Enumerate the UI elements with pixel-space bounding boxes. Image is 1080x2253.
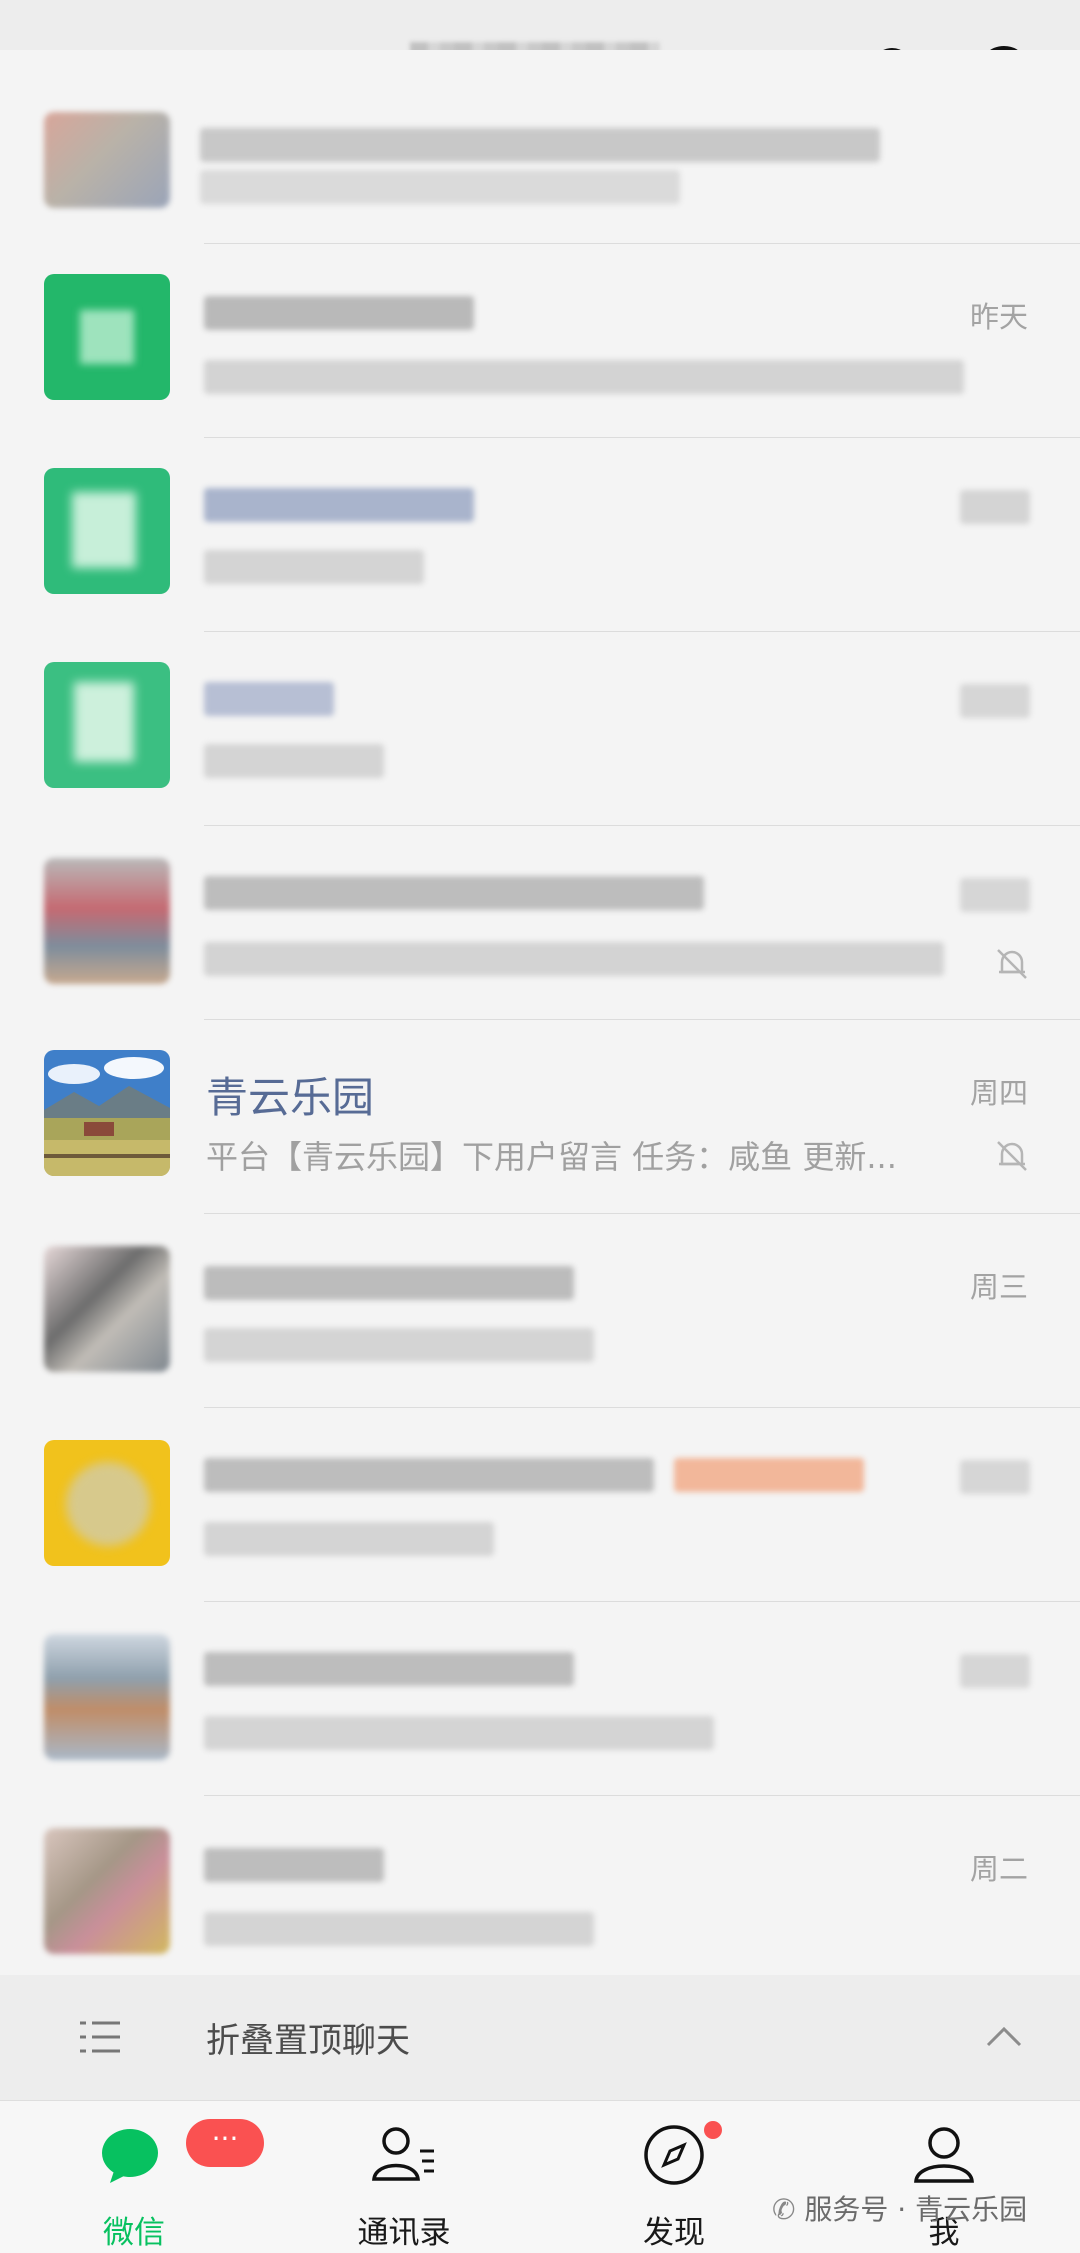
chat-name-blurred [204, 296, 474, 330]
chat-row[interactable] [0, 50, 1080, 244]
new-indicator-dot [704, 2121, 722, 2139]
chat-bubble-icon [102, 2129, 158, 2183]
tab-discover[interactable]: 发现 [574, 2101, 774, 2253]
chat-time-blurred [960, 878, 1030, 912]
contacts-icon [372, 2127, 434, 2181]
chat-row[interactable] [0, 632, 1080, 826]
chat-row[interactable]: 周三 [0, 1214, 1080, 1408]
person-icon [914, 2127, 974, 2183]
chevron-up-icon [986, 2026, 1022, 2047]
chat-name-blurred [204, 488, 474, 522]
chat-preview: 平台【青云乐园】下用户留言 任务：咸鱼 更新... [206, 1138, 897, 1176]
chat-preview-blurred [204, 1522, 494, 1556]
avatar [44, 1440, 170, 1566]
tab-chats[interactable]: ··· 微信 [34, 2101, 264, 2253]
unread-badge: ··· [186, 2119, 264, 2167]
chat-preview-blurred [204, 1912, 594, 1946]
chat-name-blurred [204, 876, 704, 910]
tab-discover-label: 发现 [643, 2215, 705, 2251]
avatar [44, 468, 170, 594]
watermark: ✆ 服务号 · 青云乐园 [772, 2188, 1027, 2228]
compass-icon [644, 2125, 704, 2185]
landscape-avatar-image [44, 1050, 170, 1176]
avatar [44, 1246, 170, 1372]
chat-time-blurred [960, 684, 1030, 718]
avatar [44, 1050, 170, 1176]
chat-time: 周二 [969, 1852, 1028, 1886]
chat-row[interactable]: 周二 [0, 1796, 1080, 1990]
chat-preview-blurred [204, 942, 944, 976]
chat-preview-blurred [204, 360, 964, 394]
folded-pinned-chats[interactable]: 折叠置顶聊天 [0, 1975, 1080, 2100]
muted-bell-icon [997, 949, 1027, 979]
chat-name-blurred [204, 1848, 384, 1882]
chat-row[interactable] [0, 826, 1080, 1020]
chat-preview-blurred [204, 1716, 714, 1750]
tab-contacts-label: 通讯录 [357, 2215, 451, 2251]
chat-preview-blurred [200, 170, 680, 204]
chat-row[interactable] [0, 1408, 1080, 1602]
avatar [44, 112, 170, 208]
avatar [44, 858, 170, 984]
chat-time: 周四 [969, 1076, 1028, 1110]
avatar [44, 662, 170, 788]
chat-name-blurred [204, 1652, 574, 1686]
watermark-text: 服务号 · 青云乐园 [804, 2193, 1028, 2226]
fold-label: 折叠置顶聊天 [206, 2021, 410, 2061]
muted-bell-icon [997, 1141, 1027, 1171]
chat-time-blurred [960, 1654, 1030, 1688]
tab-me[interactable]: 我 [844, 2101, 1044, 2253]
avatar [44, 1634, 170, 1760]
chat-time-blurred [960, 1460, 1030, 1494]
avatar [44, 1828, 170, 1954]
avatar [44, 274, 170, 400]
chat-name: 青云乐园 [206, 1073, 375, 1122]
chat-row-qingyun[interactable]: 青云乐园 周四 平台【青云乐园】下用户留言 任务：咸鱼 更新... [0, 1020, 1080, 1214]
chat-time-blurred [960, 490, 1030, 524]
wechat-logo-icon: ✆ [772, 2193, 805, 2226]
chat-preview-blurred [204, 744, 384, 778]
chat-row[interactable] [0, 438, 1080, 632]
chat-row[interactable]: 昨天 [0, 244, 1080, 438]
list-icon [80, 2021, 120, 2053]
chat-time: 周三 [969, 1270, 1028, 1304]
chat-preview-blurred [204, 550, 424, 584]
chat-tag-blurred [674, 1458, 864, 1492]
chat-name-blurred [204, 682, 334, 716]
chat-time: 昨天 [969, 300, 1028, 334]
tab-contacts[interactable]: 通讯录 [304, 2101, 504, 2253]
chat-name-blurred [204, 1266, 574, 1300]
chat-preview-blurred [204, 1328, 594, 1362]
chat-name-blurred [200, 128, 880, 162]
chat-row[interactable] [0, 1602, 1080, 1796]
bottom-tab-bar: ··· 微信 通讯录 发现 我 [0, 2100, 1080, 2253]
chat-name-blurred [204, 1458, 654, 1492]
tab-chats-label: 微信 [103, 2215, 165, 2251]
